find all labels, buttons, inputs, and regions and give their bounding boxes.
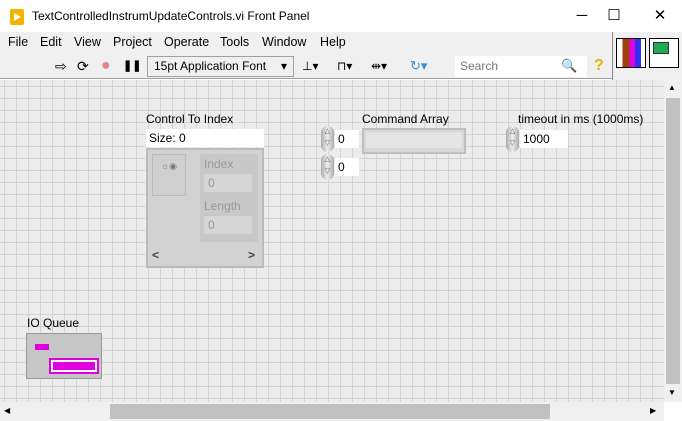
- title-bar: TextControlledInstrumUpdateControls.vi F…: [0, 0, 682, 32]
- queue-type-icon: [49, 358, 99, 374]
- reorder-icon[interactable]: ↻▾: [410, 57, 427, 75]
- scroll-down-icon[interactable]: ▼: [668, 388, 676, 397]
- distribute-objects-icon[interactable]: ⊓▾: [337, 57, 352, 75]
- io-queue-label: IO Queue: [27, 316, 80, 330]
- font-select-value: 15pt Application Font: [154, 59, 267, 73]
- vertical-scrollbar[interactable]: ▲ ▼: [664, 80, 682, 402]
- run-icon[interactable]: ⇨: [55, 57, 67, 75]
- scroll-right-icon[interactable]: ▶: [650, 406, 656, 415]
- connector-pane[interactable]: [612, 32, 682, 80]
- labview-vi-icon: [10, 9, 24, 25]
- vi-icon: [649, 38, 679, 68]
- scroll-left-icon[interactable]: ◀: [4, 406, 10, 415]
- index-label: Index: [204, 157, 234, 171]
- index-spinner[interactable]: △ ▽: [321, 126, 334, 152]
- io-queue-refnum[interactable]: [26, 333, 102, 379]
- connector-pane-icon: [616, 38, 646, 68]
- horizontal-scrollbar[interactable]: ◀ ▶: [0, 402, 664, 421]
- maximize-button[interactable]: ☐: [594, 4, 634, 28]
- font-select[interactable]: 15pt Application Font ▾: [147, 56, 294, 77]
- control-refnum-icon: ☼◉: [152, 154, 186, 196]
- help-icon[interactable]: ?: [594, 57, 604, 75]
- pause-icon[interactable]: ❚❚: [123, 57, 141, 75]
- search-icon[interactable]: 🔍: [561, 57, 577, 75]
- scroll-right-icon[interactable]: >: [248, 248, 255, 262]
- scroll-up-icon[interactable]: ▲: [668, 83, 676, 92]
- control-to-index-size: Size: 0: [146, 129, 264, 147]
- close-button[interactable]: ✕: [640, 4, 680, 28]
- horizontal-scroll-thumb[interactable]: [110, 404, 550, 419]
- menu-edit[interactable]: Edit: [40, 35, 62, 49]
- menu-view[interactable]: View: [74, 35, 101, 49]
- command-array-label: Command Array: [362, 112, 449, 126]
- menu-operate[interactable]: Operate: [164, 35, 209, 49]
- array-index-1[interactable]: 0: [335, 158, 359, 176]
- length-label: Length: [204, 199, 241, 213]
- control-to-index-label: Control To Index: [146, 112, 234, 126]
- timeout-spinner[interactable]: △ ▽: [506, 126, 519, 152]
- index-field[interactable]: 0: [204, 174, 252, 192]
- queue-icon: [35, 344, 49, 350]
- index-length-cluster: Index 0 Length 0: [200, 154, 258, 242]
- menu-help[interactable]: Help: [320, 35, 346, 49]
- vertical-scroll-thumb[interactable]: [666, 98, 680, 384]
- control-to-index-array[interactable]: ☼◉ Index 0 Length 0 < >: [146, 148, 264, 268]
- menu-project[interactable]: Project: [113, 35, 152, 49]
- front-panel: Control To Index Size: 0 ☼◉ Index 0 Leng…: [0, 80, 664, 402]
- abort-icon[interactable]: ●: [101, 57, 111, 75]
- menu-window[interactable]: Window: [262, 35, 306, 49]
- length-field[interactable]: 0: [204, 216, 252, 234]
- window-title: TextControlledInstrumUpdateControls.vi F…: [32, 9, 310, 23]
- menu-tools[interactable]: Tools: [220, 35, 249, 49]
- timeout-label: timeout in ms (1000ms): [518, 112, 644, 126]
- array-index-0[interactable]: 0: [335, 130, 359, 148]
- index-spinner[interactable]: △ ▽: [321, 154, 334, 180]
- menu-file[interactable]: File: [8, 35, 28, 49]
- command-array-element[interactable]: [362, 128, 466, 154]
- chevron-down-icon: ▾: [280, 59, 287, 73]
- scroll-left-icon[interactable]: <: [152, 248, 159, 262]
- run-continuously-icon[interactable]: ⟳: [77, 57, 89, 75]
- align-objects-icon[interactable]: ⊥▾: [302, 57, 318, 75]
- resize-objects-icon[interactable]: ⇹▾: [371, 57, 387, 75]
- timeout-field[interactable]: 1000: [520, 130, 568, 148]
